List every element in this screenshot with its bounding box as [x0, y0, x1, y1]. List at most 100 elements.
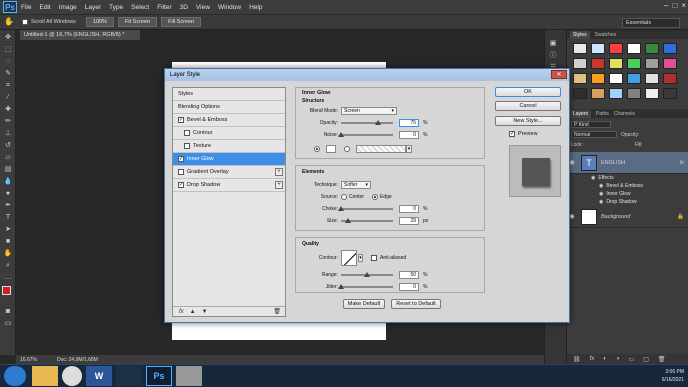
maximize-icon[interactable]: □ [672, 1, 677, 10]
workspace-select[interactable]: Essentials [622, 18, 680, 28]
layer-row-background[interactable]: ◉ Background 🔒 [567, 206, 688, 228]
menu-type[interactable]: Type [109, 4, 123, 11]
preview-checkbox[interactable]: ✓ [509, 131, 515, 137]
brush-tool-icon[interactable]: ✏ [3, 118, 13, 126]
style-list-item[interactable]: Blending Options [173, 101, 285, 114]
jitter-input[interactable]: 0 [399, 282, 419, 291]
effect-drop-shadow[interactable]: ◉ Drop Shadow [591, 198, 688, 206]
layer-row-english[interactable]: ◉ T ENGLISH fx [567, 152, 688, 174]
style-list-item[interactable]: Gradient Overlay + [173, 166, 285, 179]
tab-swatches[interactable]: Swatches [595, 32, 617, 38]
range-input[interactable]: 50 [399, 270, 419, 279]
folder-icon[interactable]: ▭ [629, 356, 635, 363]
pen-tool-icon[interactable]: ✒ [3, 202, 13, 210]
technique-select[interactable]: Softer ▾ [341, 180, 371, 189]
style-checkbox[interactable]: ✓ [178, 156, 184, 162]
choke-input[interactable]: 0 [399, 204, 419, 213]
size-input[interactable]: 29 [399, 216, 419, 225]
effect-inner-glow[interactable]: ◉ Inner Glow [591, 190, 688, 198]
style-swatch[interactable] [591, 88, 605, 99]
style-swatch[interactable] [609, 43, 623, 54]
app-taskbar-icon[interactable] [176, 366, 202, 386]
style-swatch[interactable] [591, 73, 605, 84]
style-swatch[interactable] [645, 73, 659, 84]
dialog-close-button[interactable]: ✕ [551, 70, 567, 79]
style-swatch[interactable] [627, 73, 641, 84]
fx-icon[interactable]: fx [680, 160, 684, 166]
jitter-slider[interactable] [338, 283, 393, 289]
blur-tool-icon[interactable]: 💧 [3, 178, 13, 186]
tab-paths[interactable]: Paths [596, 111, 609, 117]
style-swatch[interactable] [645, 43, 659, 54]
type-tool-icon[interactable]: T [3, 214, 13, 222]
mask-icon[interactable]: ◐ [603, 356, 607, 362]
style-checkbox[interactable] [178, 169, 184, 175]
style-swatch[interactable] [627, 58, 641, 69]
move-up-icon[interactable]: ▲ [190, 309, 196, 315]
healing-tool-icon[interactable]: ✚ [3, 106, 13, 114]
style-swatch[interactable] [609, 73, 623, 84]
crop-tool-icon[interactable]: ⌗ [3, 82, 13, 90]
fill-screen-button[interactable]: Fill Screen [161, 17, 202, 27]
eraser-tool-icon[interactable]: ▱ [3, 154, 13, 162]
info-panel-icon[interactable]: ⓘ [548, 52, 558, 60]
style-checkbox[interactable]: ✓ [178, 117, 184, 123]
history-panel-icon[interactable]: ▣ [548, 40, 558, 48]
eyedropper-tool-icon[interactable]: ⁄ [3, 94, 13, 102]
tab-styles[interactable]: Styles [570, 30, 590, 39]
slider-knob[interactable] [338, 205, 344, 211]
style-swatch[interactable] [573, 73, 587, 84]
menu-file[interactable]: File [21, 4, 31, 11]
add-style-icon[interactable]: + [275, 181, 283, 189]
menu-layer[interactable]: Layer [85, 4, 101, 11]
effect-bevel[interactable]: ◉ Bevel & Emboss [591, 182, 688, 190]
add-style-icon[interactable]: + [275, 168, 283, 176]
quick-mask-icon[interactable]: ◙ [3, 308, 13, 316]
cancel-button[interactable]: Cancel [495, 101, 561, 111]
gradient-radio[interactable] [344, 145, 350, 152]
menu-select[interactable]: Select [131, 4, 149, 11]
photoshop-taskbar-icon[interactable]: Ps [146, 366, 172, 386]
style-swatch[interactable] [591, 43, 605, 54]
trash-icon[interactable]: 🗑 [658, 356, 666, 363]
style-swatch[interactable] [609, 88, 623, 99]
style-list-item[interactable]: ✓ Bevel & Emboss [173, 114, 285, 127]
style-checkbox[interactable] [184, 143, 190, 149]
new-style-button[interactable]: New Style... [495, 116, 561, 126]
move-down-icon[interactable]: ▼ [202, 309, 208, 315]
reset-default-button[interactable]: Reset to Default [391, 299, 441, 309]
menu-edit[interactable]: Edit [39, 4, 50, 11]
eye-icon[interactable]: ◉ [599, 191, 603, 197]
fx-icon[interactable]: fx [590, 356, 595, 362]
style-swatch[interactable] [645, 58, 659, 69]
eye-icon[interactable]: ◉ [599, 183, 603, 189]
menu-help[interactable]: Help [249, 4, 262, 11]
layer-name[interactable]: ENGLISH [601, 160, 680, 166]
chevron-down-icon[interactable]: ▾ [406, 144, 412, 153]
style-swatch[interactable] [627, 43, 641, 54]
slider-knob[interactable] [375, 119, 381, 125]
quick-select-tool-icon[interactable]: ✎ [3, 70, 13, 78]
contour-picker[interactable] [341, 250, 357, 266]
layer-blend-select[interactable]: Normal [571, 131, 617, 138]
style-swatch[interactable] [663, 43, 677, 54]
blend-mode-select[interactable]: Screen ▾ [341, 106, 397, 115]
slider-knob[interactable] [338, 131, 344, 137]
minimize-icon[interactable]: – [664, 1, 668, 10]
style-list-item[interactable]: ✓ Drop Shadow + [173, 179, 285, 192]
menu-view[interactable]: View [196, 4, 210, 11]
style-swatch[interactable] [609, 58, 623, 69]
zoom-level[interactable]: 16.67% [20, 357, 37, 363]
scroll-all-checkbox[interactable] [22, 19, 28, 25]
image-viewer-icon[interactable] [116, 366, 142, 386]
screen-mode-icon[interactable]: ▭ [3, 320, 13, 328]
menu-image[interactable]: Image [59, 4, 77, 11]
adjustment-icon[interactable]: ◑ [616, 356, 620, 362]
slider-knob[interactable] [338, 283, 344, 289]
zoom-100-button[interactable]: 100% [85, 17, 115, 27]
clock[interactable]: 3:06 PM 6/16/2021 [662, 368, 684, 384]
noise-input[interactable]: 0 [399, 130, 419, 139]
style-list-item[interactable]: Styles [173, 88, 285, 101]
fx-icon[interactable]: fx [179, 309, 184, 315]
stamp-tool-icon[interactable]: ⊥ [3, 130, 13, 138]
